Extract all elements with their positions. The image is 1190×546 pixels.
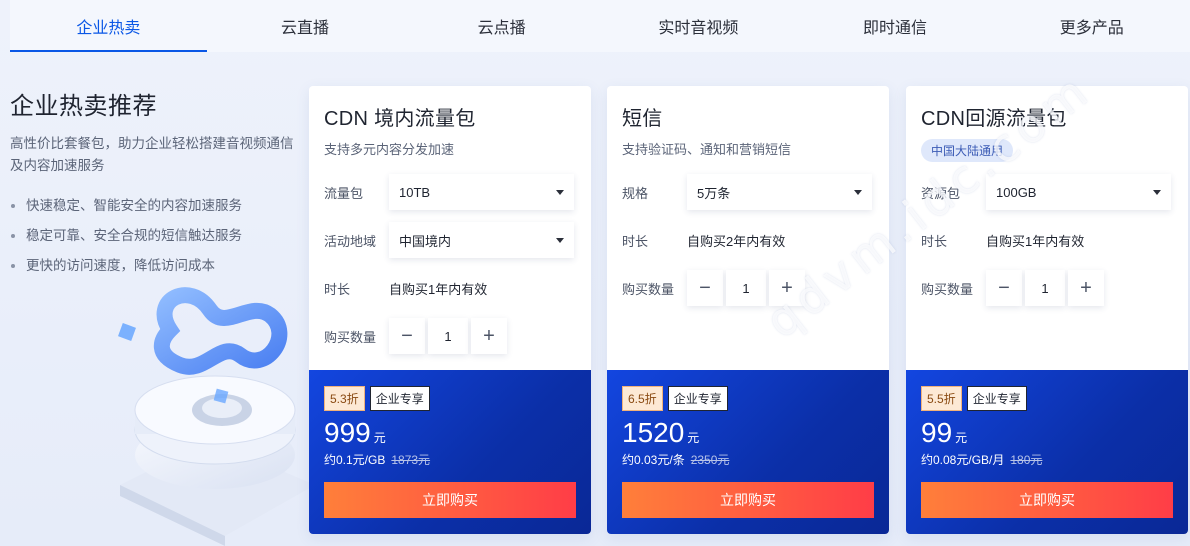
duration-row: 时长 自购买2年内有效 bbox=[622, 222, 785, 258]
unit-price: 约0.03元/条 bbox=[622, 453, 685, 467]
intro-panel: 企业热卖推荐 高性价比套餐包，助力企业轻松搭建音视频通信及内容加速服务 快速稳定… bbox=[10, 86, 295, 281]
chevron-down-icon bbox=[556, 237, 564, 243]
package-select[interactable]: 100GB bbox=[986, 174, 1171, 210]
quantity-label: 购买数量 bbox=[622, 281, 675, 297]
decrement-button[interactable]: − bbox=[986, 270, 1022, 306]
quantity-row: 购买数量 − 1 + bbox=[324, 318, 507, 354]
spec-row: 规格 5万条 bbox=[622, 174, 872, 210]
quantity-input[interactable]: 1 bbox=[428, 318, 468, 354]
duration-value: 自购买1年内有效 bbox=[389, 281, 488, 297]
original-price: 2350元 bbox=[690, 453, 730, 467]
quantity-input[interactable]: 1 bbox=[1025, 270, 1065, 306]
package-select-value: 100GB bbox=[996, 184, 1037, 200]
tab-enterprise-hot[interactable]: 企业热卖 bbox=[10, 0, 207, 52]
discount-badge: 5.3折 bbox=[324, 386, 365, 411]
quantity-label: 购买数量 bbox=[324, 329, 377, 345]
cloud-product-illustration bbox=[118, 287, 315, 546]
original-price: 1873元 bbox=[391, 453, 431, 467]
region-select[interactable]: 中国境内 bbox=[389, 222, 574, 258]
enterprise-badge: 企业专享 bbox=[369, 386, 430, 411]
package-select[interactable]: 10TB bbox=[389, 174, 574, 210]
product-tabs: 企业热卖 云直播 云点播 实时音视频 即时通信 更多产品 bbox=[10, 0, 1190, 52]
decrement-button[interactable]: − bbox=[389, 318, 425, 354]
duration-label: 时长 bbox=[622, 233, 649, 249]
card-subtitle: 支持多元内容分发加速 bbox=[324, 142, 455, 157]
quantity-input[interactable]: 1 bbox=[726, 270, 766, 306]
product-card-cdn-domestic: CDN 境内流量包 支持多元内容分发加速 流量包 10TB 活动地域 中国境内 … bbox=[309, 86, 591, 534]
spec-select[interactable]: 5万条 bbox=[687, 174, 872, 210]
duration-value: 自购买1年内有效 bbox=[986, 233, 1085, 249]
unit-price: 约0.1元/GB bbox=[324, 453, 386, 467]
chevron-down-icon bbox=[556, 189, 564, 195]
enterprise-badge: 企业专享 bbox=[667, 386, 728, 411]
card-title: CDN 境内流量包 bbox=[324, 108, 476, 130]
intro-description: 高性价比套餐包，助力企业轻松搭建音视频通信及内容加速服务 bbox=[10, 136, 294, 173]
quantity-stepper: − 1 + bbox=[687, 270, 805, 306]
spec-label: 规格 bbox=[622, 185, 649, 201]
increment-button[interactable]: + bbox=[1068, 270, 1104, 306]
package-label: 流量包 bbox=[324, 185, 364, 201]
tab-rtc[interactable]: 实时音视频 bbox=[600, 0, 797, 52]
original-price: 180元 bbox=[1010, 453, 1043, 467]
tab-cloud-live[interactable]: 云直播 bbox=[207, 0, 404, 52]
quantity-row: 购买数量 − 1 + bbox=[622, 270, 805, 306]
product-card-sms: 短信 支持验证码、通知和营销短信 规格 5万条 时长 自购买2年内有效 购买数量… bbox=[607, 86, 889, 534]
price-panel: 6.5折 企业专享 1520 元 约0.03元/条 2350元 立即购买 bbox=[607, 370, 889, 534]
duration-row: 时长 自购买1年内有效 bbox=[324, 270, 487, 306]
feature-item: 快速稳定、智能安全的内容加速服务 bbox=[10, 191, 295, 221]
package-select-value: 10TB bbox=[399, 184, 431, 200]
price-unit: 元 bbox=[687, 431, 700, 445]
price-value: 1520 bbox=[622, 417, 685, 448]
intro-title: 企业热卖推荐 bbox=[10, 93, 157, 120]
price-panel: 5.5折 企业专享 99 元 约0.08元/GB/月 180元 立即购买 bbox=[906, 370, 1188, 534]
region-row: 活动地域 中国境内 bbox=[324, 222, 574, 258]
quantity-row: 购买数量 − 1 + bbox=[921, 270, 1104, 306]
duration-label: 时长 bbox=[324, 281, 351, 297]
discount-badge: 6.5折 bbox=[622, 386, 663, 411]
quantity-stepper: − 1 + bbox=[389, 318, 507, 354]
discount-badge: 5.5折 bbox=[921, 386, 962, 411]
tab-im[interactable]: 即时通信 bbox=[797, 0, 994, 52]
region-label: 活动地域 bbox=[324, 233, 377, 249]
product-card-cdn-origin: CDN回源流量包 中国大陆通用 资源包 100GB 时长 自购买1年内有效 购买… bbox=[906, 86, 1188, 534]
price-value: 99 bbox=[921, 417, 953, 448]
buy-now-button[interactable]: 立即购买 bbox=[622, 482, 874, 518]
buy-now-button[interactable]: 立即购买 bbox=[324, 482, 576, 518]
region-select-value: 中国境内 bbox=[399, 233, 452, 249]
package-row: 流量包 10TB bbox=[324, 174, 574, 210]
duration-row: 时长 自购买1年内有效 bbox=[921, 222, 1084, 258]
duration-value: 自购买2年内有效 bbox=[687, 233, 786, 249]
feature-list: 快速稳定、智能安全的内容加速服务 稳定可靠、安全合规的短信触达服务 更快的访问速… bbox=[10, 191, 295, 281]
increment-button[interactable]: + bbox=[471, 318, 507, 354]
price-panel: 5.3折 企业专享 999 元 约0.1元/GB 1873元 立即购买 bbox=[309, 370, 591, 534]
card-title: 短信 bbox=[622, 108, 663, 130]
enterprise-badge: 企业专享 bbox=[966, 386, 1027, 411]
quantity-stepper: − 1 + bbox=[986, 270, 1104, 306]
package-label: 资源包 bbox=[921, 185, 961, 201]
quantity-label: 购买数量 bbox=[921, 281, 974, 297]
chevron-down-icon bbox=[854, 189, 862, 195]
increment-button[interactable]: + bbox=[769, 270, 805, 306]
price-unit: 元 bbox=[955, 431, 968, 445]
feature-item: 稳定可靠、安全合规的短信触达服务 bbox=[10, 221, 295, 251]
card-title: CDN回源流量包 bbox=[921, 108, 1067, 130]
region-tag: 中国大陆通用 bbox=[921, 139, 1014, 162]
duration-label: 时长 bbox=[921, 233, 948, 249]
buy-now-button[interactable]: 立即购买 bbox=[921, 482, 1173, 518]
price-unit: 元 bbox=[373, 431, 386, 445]
chevron-down-icon bbox=[1153, 189, 1161, 195]
tab-cloud-vod[interactable]: 云点播 bbox=[403, 0, 600, 52]
tab-more-products[interactable]: 更多产品 bbox=[993, 0, 1190, 52]
price-value: 999 bbox=[324, 417, 371, 448]
package-row: 资源包 100GB bbox=[921, 174, 1171, 210]
decrement-button[interactable]: − bbox=[687, 270, 723, 306]
spec-select-value: 5万条 bbox=[697, 185, 731, 201]
unit-price: 约0.08元/GB/月 bbox=[921, 453, 1005, 467]
card-subtitle: 支持验证码、通知和营销短信 bbox=[622, 142, 792, 157]
